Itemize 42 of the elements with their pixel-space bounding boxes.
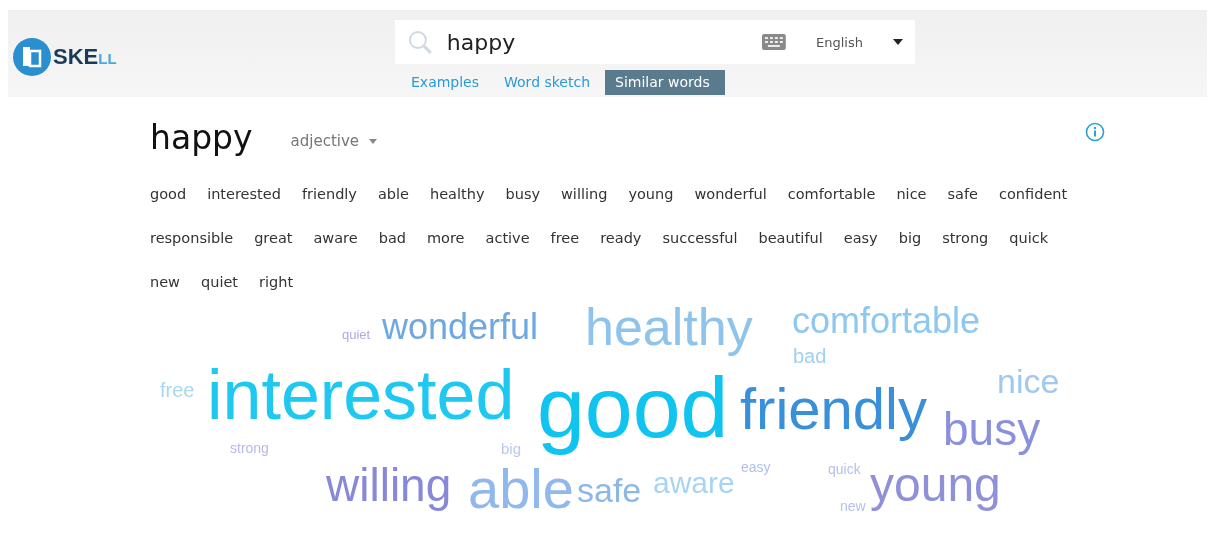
word-link[interactable]: quiet: [201, 260, 238, 304]
info-icon[interactable]: [1085, 122, 1105, 142]
word-link[interactable]: friendly: [301, 172, 357, 216]
word-link[interactable]: nice: [896, 172, 927, 216]
word-link[interactable]: responsible: [150, 216, 234, 260]
part-of-speech-dropdown[interactable]: adjective: [290, 132, 378, 150]
word-link[interactable]: interested: [207, 172, 281, 216]
word-link[interactable]: easy: [843, 216, 878, 260]
word-link[interactable]: young: [628, 172, 674, 216]
word-link[interactable]: great: [254, 216, 293, 260]
word-link[interactable]: good: [150, 172, 187, 216]
word-link[interactable]: right: [259, 260, 294, 304]
word-link[interactable]: quick: [1009, 216, 1049, 260]
word-link[interactable]: bad: [378, 216, 406, 260]
word-link[interactable]: active: [485, 216, 530, 260]
logo-icon: [13, 38, 51, 76]
word-link[interactable]: new: [150, 260, 180, 304]
word-link[interactable]: confident: [999, 172, 1068, 216]
tab[interactable]: Similar words: [605, 70, 725, 95]
word-link[interactable]: more: [426, 216, 465, 260]
logo-text: SKELL: [53, 44, 117, 70]
word-link[interactable]: wonderful: [694, 172, 767, 216]
caret-icon: [893, 39, 903, 45]
language-dropdown[interactable]: English: [816, 30, 903, 54]
word-link[interactable]: free: [550, 216, 580, 260]
word-link[interactable]: healthy: [430, 172, 485, 216]
word-link[interactable]: aware: [313, 216, 358, 260]
word-link[interactable]: busy: [505, 172, 540, 216]
word-link[interactable]: able: [377, 172, 409, 216]
word-link[interactable]: beautiful: [758, 216, 823, 260]
search-icon: [407, 29, 433, 55]
keyboard-icon[interactable]: [762, 34, 787, 50]
word-link[interactable]: comfortable: [787, 172, 876, 216]
word-link[interactable]: ready: [600, 216, 642, 260]
headword: happy: [150, 117, 253, 157]
word-link[interactable]: strong: [942, 216, 989, 260]
word-link[interactable]: willing: [561, 172, 608, 216]
word-link[interactable]: safe: [947, 172, 978, 216]
search-field[interactable]: happy English: [395, 20, 915, 64]
caret-icon: [369, 138, 378, 144]
word-link[interactable]: successful: [662, 216, 738, 260]
word-link[interactable]: big: [898, 216, 922, 260]
